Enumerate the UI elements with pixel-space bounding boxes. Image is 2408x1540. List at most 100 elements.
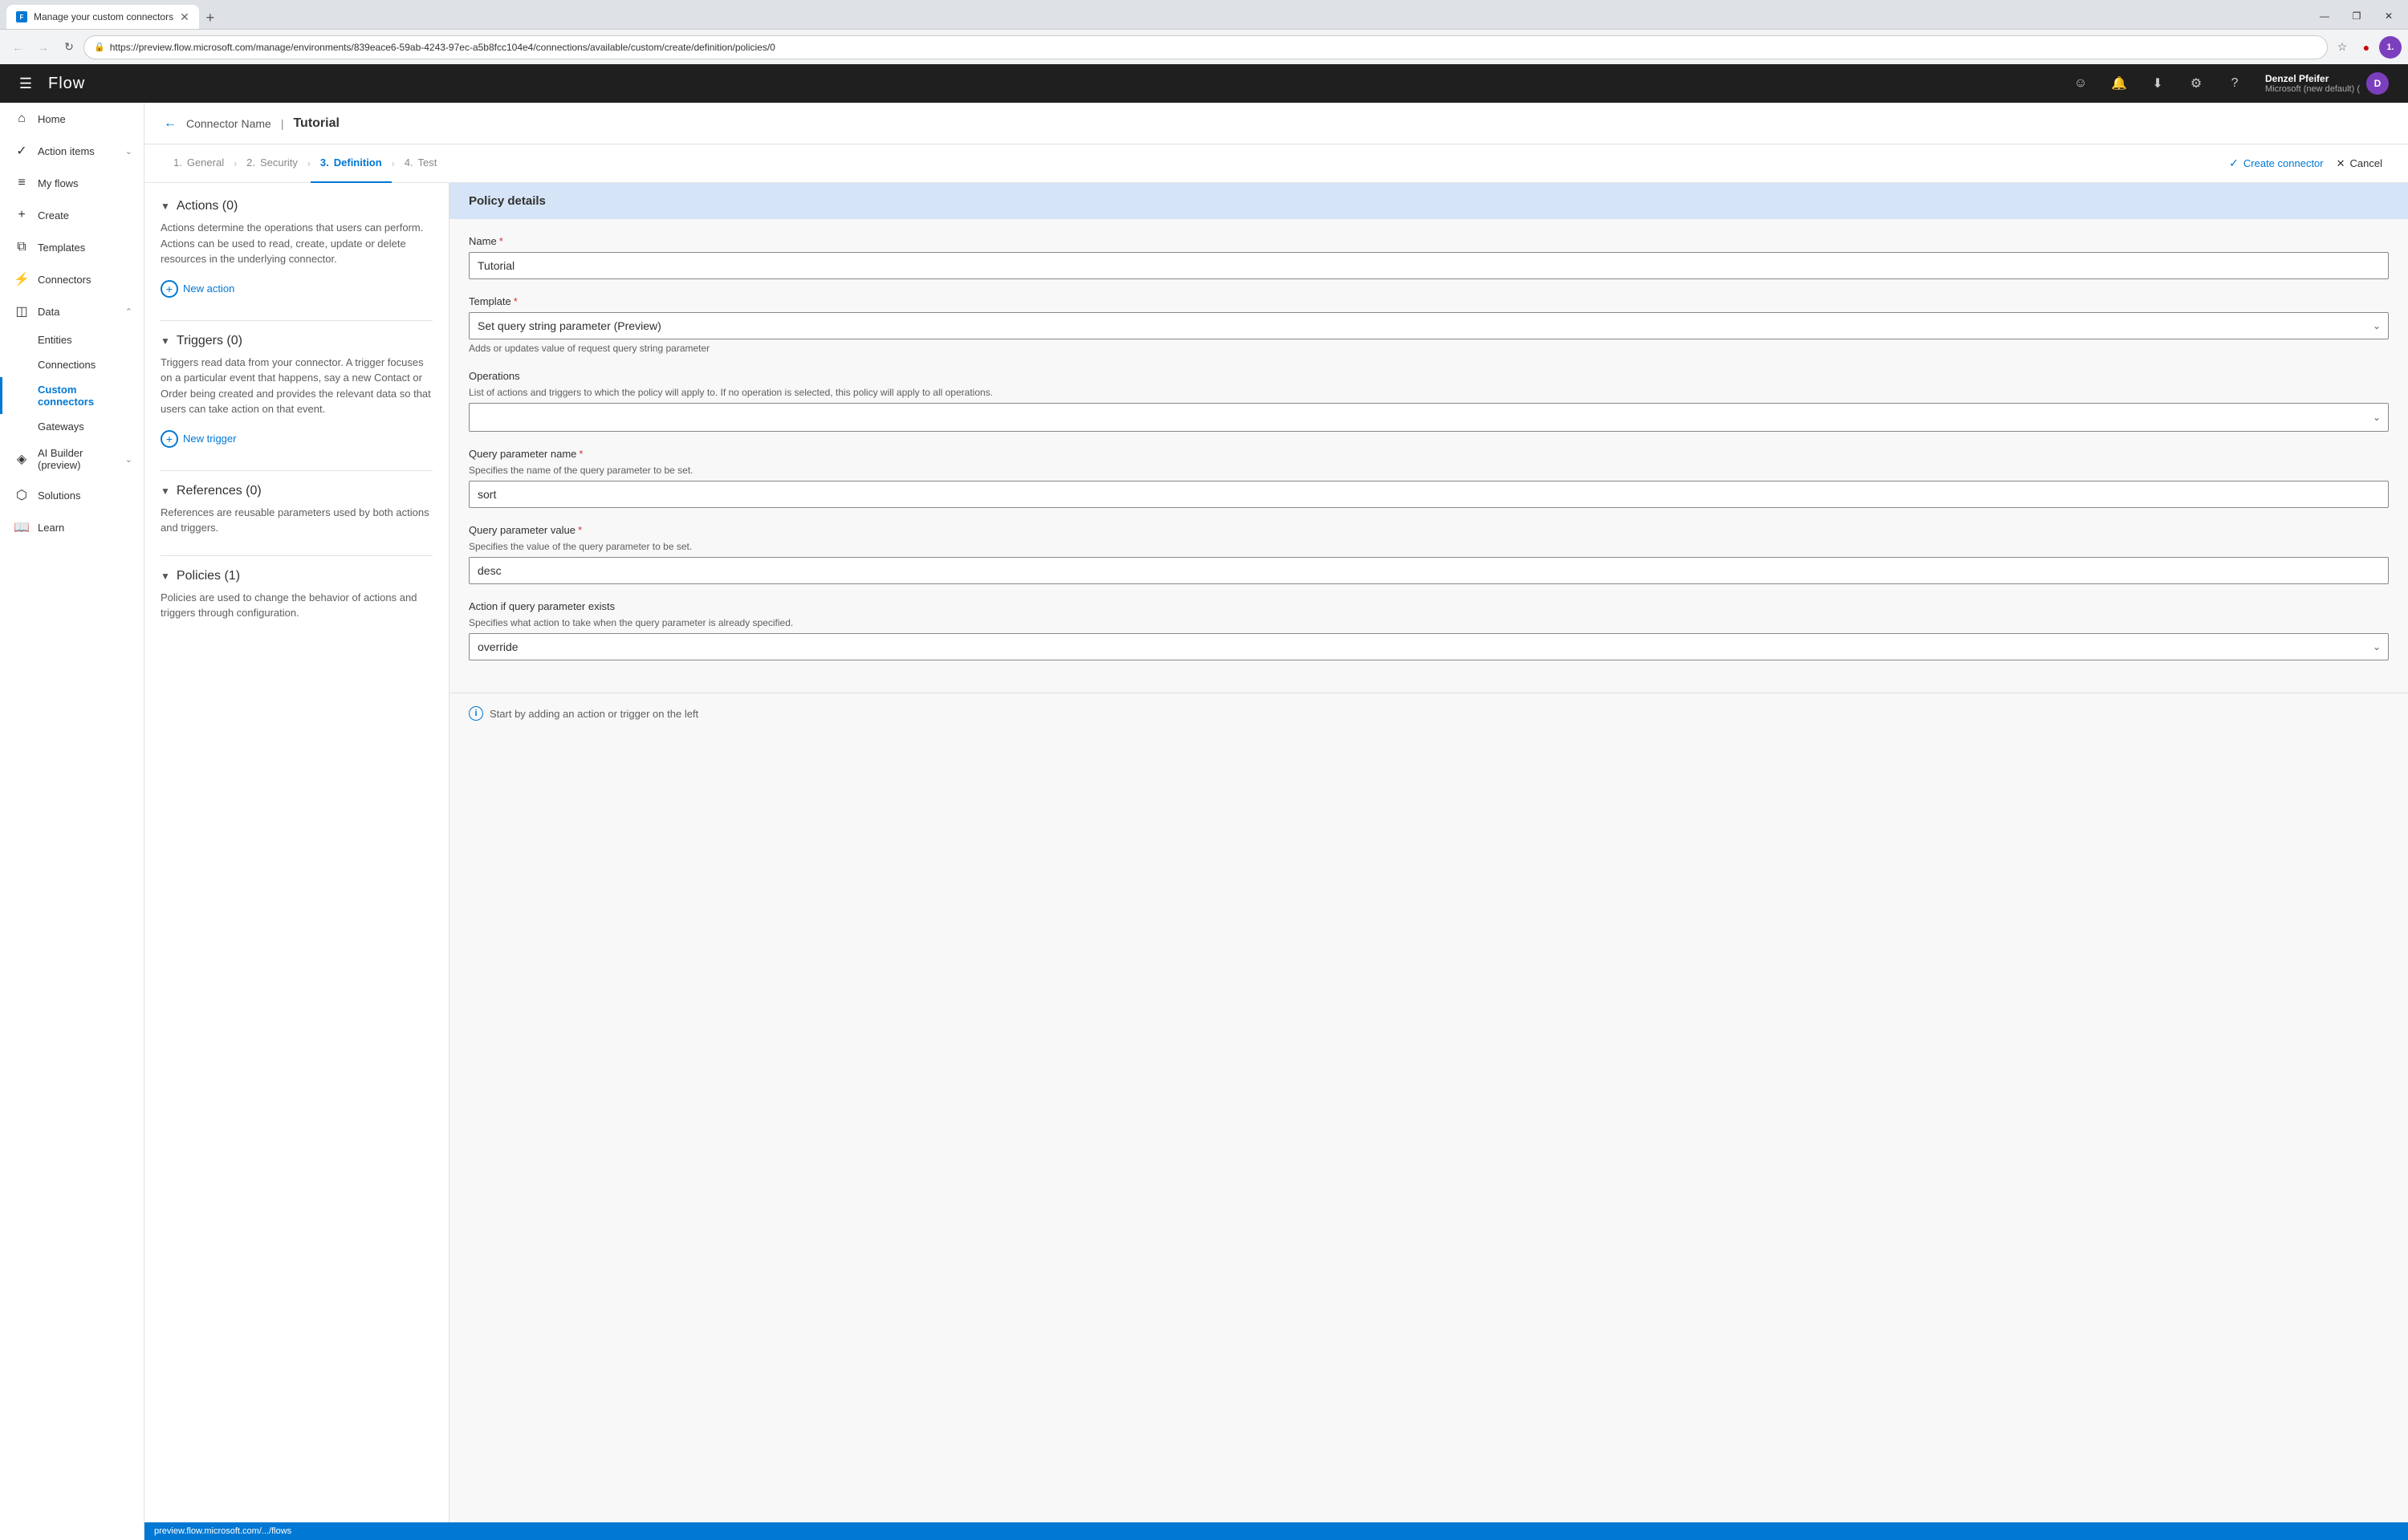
home-icon: ⌂ — [14, 111, 30, 127]
step-2-number: 2. — [246, 156, 255, 169]
action-if-exists-select[interactable]: override — [469, 633, 2389, 660]
plus-circle-icon: + — [161, 280, 178, 298]
minimize-button[interactable]: — — [2308, 4, 2341, 28]
browser-chrome: F Manage your custom connectors ✕ + — ❐ … — [0, 0, 2408, 64]
action-if-exists-label: Action if query parameter exists — [469, 600, 2389, 612]
references-header: ▼ References (0) — [161, 484, 433, 498]
forward-nav-button[interactable]: → — [32, 36, 55, 59]
sidebar-label-home: Home — [38, 113, 132, 125]
sidebar-item-gateways[interactable]: Gateways — [0, 414, 144, 439]
sidebar-item-action-items[interactable]: ✓ Action items ⌄ — [0, 135, 144, 167]
cancel-button[interactable]: ✕ Cancel — [2330, 157, 2389, 170]
sidebar-item-entities[interactable]: Entities — [0, 327, 144, 352]
back-nav-button[interactable]: ← — [6, 36, 29, 59]
sidebar-label-templates: Templates — [38, 242, 132, 254]
name-input[interactable] — [469, 252, 2389, 279]
sidebar-item-ai-builder[interactable]: ◈ AI Builder (preview) ⌄ — [0, 439, 144, 479]
sidebar-item-solutions[interactable]: ⬡ Solutions — [0, 479, 144, 511]
left-panel: ▼ Actions (0) Actions determine the oper… — [144, 183, 449, 1522]
create-icon: + — [14, 207, 30, 223]
emoji-icon[interactable]: ☺ — [2066, 69, 2095, 98]
name-field-group: Name * — [469, 235, 2389, 279]
ai-builder-chevron-icon: ⌄ — [125, 454, 132, 465]
references-description: References are reusable parameters used … — [161, 505, 433, 536]
step-2-label: Security — [260, 156, 298, 169]
sidebar-item-create[interactable]: + Create — [0, 199, 144, 231]
notifications-icon[interactable]: 🔔 — [2105, 69, 2133, 98]
query-param-value-input[interactable] — [469, 557, 2389, 584]
new-tab-button[interactable]: + — [199, 6, 222, 29]
step-3-number: 3. — [320, 156, 329, 169]
actions-toggle-icon[interactable]: ▼ — [161, 201, 170, 212]
reload-button[interactable]: ↻ — [58, 36, 80, 59]
breadcrumb-connector-name: Connector Name — [186, 117, 271, 130]
new-trigger-button[interactable]: + New trigger — [161, 427, 433, 451]
tab-favicon: F — [16, 11, 27, 22]
bookmark-icon[interactable]: ☆ — [2331, 36, 2353, 59]
references-title: References (0) — [177, 484, 262, 498]
browser-toolbar-icons: ☆ ● 1. — [2331, 36, 2402, 59]
user-info: Denzel Pfeifer Microsoft (new default) ( — [2265, 73, 2360, 94]
wizard-step-security[interactable]: 2. Security — [237, 144, 307, 183]
wizard-step-general[interactable]: 1. General — [164, 144, 234, 183]
status-bar: preview.flow.microsoft.com/.../flows — [144, 1522, 2408, 1540]
sidebar-label-data: Data — [38, 306, 117, 318]
extensions-icon[interactable]: ● — [2355, 36, 2377, 59]
template-select[interactable]: Set query string parameter (Preview) — [469, 312, 2389, 339]
new-trigger-label: New trigger — [183, 433, 236, 445]
content-area: ▼ Actions (0) Actions determine the oper… — [144, 183, 2408, 1522]
sidebar-label-learn: Learn — [38, 522, 132, 534]
create-connector-button[interactable]: ✓ Create connector — [2223, 156, 2329, 170]
user-avatar-topbar[interactable]: D — [2366, 72, 2389, 95]
references-toggle-icon[interactable]: ▼ — [161, 486, 170, 497]
divider-2 — [161, 470, 433, 471]
triggers-header: ▼ Triggers (0) — [161, 334, 433, 348]
user-avatar: 1. — [2379, 36, 2402, 59]
sidebar-item-learn[interactable]: 📖 Learn — [0, 511, 144, 543]
wizard-step-definition[interactable]: 3. Definition — [311, 144, 392, 183]
policies-toggle-icon[interactable]: ▼ — [161, 571, 170, 582]
triggers-section: ▼ Triggers (0) Triggers read data from y… — [161, 334, 433, 451]
template-required-star: * — [514, 295, 518, 307]
policies-section: ▼ Policies (1) Policies are used to chan… — [161, 569, 433, 621]
sidebar-item-my-flows[interactable]: ≡ My flows — [0, 167, 144, 199]
back-button[interactable]: ← — [164, 116, 177, 131]
hamburger-menu-icon[interactable]: ☰ — [13, 71, 39, 96]
name-required-star: * — [499, 235, 503, 247]
user-profile[interactable]: Denzel Pfeifer Microsoft (new default) (… — [2259, 69, 2395, 98]
ai-builder-icon: ◈ — [14, 451, 30, 467]
triggers-toggle-icon[interactable]: ▼ — [161, 335, 170, 347]
query-param-name-input[interactable] — [469, 481, 2389, 508]
sidebar-item-connectors[interactable]: ⚡ Connectors — [0, 263, 144, 295]
browser-tab[interactable]: F Manage your custom connectors ✕ — [6, 5, 199, 29]
close-button[interactable]: ✕ — [2373, 4, 2405, 28]
breadcrumb-current-page: Tutorial — [293, 116, 339, 131]
sidebar-item-custom-connectors[interactable]: Custom connectors — [0, 377, 144, 414]
sidebar-item-connections[interactable]: Connections — [0, 352, 144, 377]
download-icon[interactable]: ⬇ — [2143, 69, 2172, 98]
maximize-button[interactable]: ❐ — [2341, 4, 2373, 28]
help-icon[interactable]: ? — [2220, 69, 2249, 98]
tab-close-icon[interactable]: ✕ — [180, 10, 189, 24]
sidebar-item-templates[interactable]: ⧉ Templates — [0, 231, 144, 263]
breadcrumb-separator: | — [281, 117, 284, 130]
operations-dropdown[interactable] — [469, 403, 2389, 432]
address-bar[interactable]: 🔒 https://preview.flow.microsoft.com/man… — [83, 35, 2328, 59]
data-chevron-icon: ⌃ — [125, 307, 132, 317]
query-param-name-field-group: Query parameter name * Specifies the nam… — [469, 448, 2389, 508]
user-profile-icon[interactable]: 1. — [2379, 36, 2402, 59]
sidebar-label-connectors: Connectors — [38, 274, 132, 286]
sidebar-item-home[interactable]: ⌂ Home — [0, 103, 144, 135]
actions-title: Actions (0) — [177, 199, 238, 213]
sidebar-item-data[interactable]: ◫ Data ⌃ — [0, 295, 144, 327]
divider-1 — [161, 320, 433, 321]
settings-icon[interactable]: ⚙ — [2182, 69, 2211, 98]
templates-icon: ⧉ — [14, 239, 30, 255]
wizard-step-test[interactable]: 4. Test — [395, 144, 447, 183]
username-text: Denzel Pfeifer — [2265, 73, 2360, 84]
action-if-exists-select-wrapper: override ⌄ — [469, 633, 2389, 660]
right-panel: Policy details Name * Template — [449, 183, 2408, 1522]
new-action-button[interactable]: + New action — [161, 277, 433, 301]
operations-field-group: Operations List of actions and triggers … — [469, 370, 2389, 432]
triggers-title: Triggers (0) — [177, 334, 242, 348]
